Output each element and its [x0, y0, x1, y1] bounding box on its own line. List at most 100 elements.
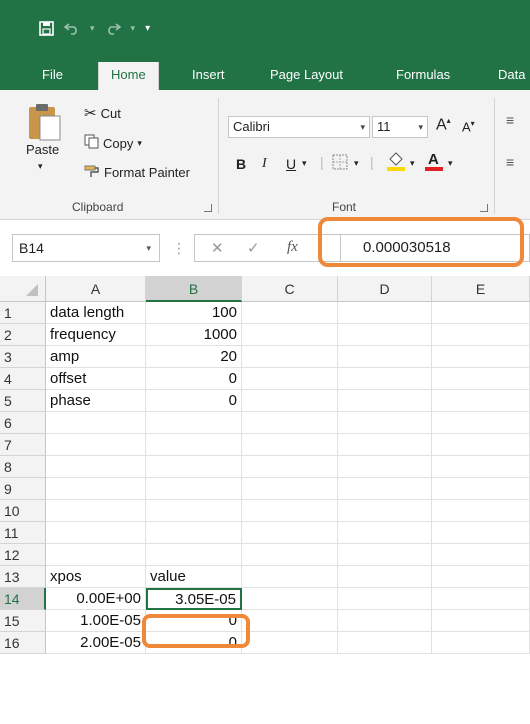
cell[interactable]: amp [46, 346, 146, 368]
font-color-dropdown-icon[interactable]: ▾ [448, 158, 453, 169]
cell[interactable] [242, 368, 338, 390]
cell[interactable] [432, 434, 530, 456]
tab-insert[interactable]: Insert [180, 62, 237, 90]
cell[interactable] [242, 544, 338, 566]
cell[interactable] [432, 588, 530, 610]
cell[interactable] [432, 390, 530, 412]
cell[interactable] [46, 478, 146, 500]
cell[interactable] [432, 522, 530, 544]
format-painter-button[interactable]: Format Painter [84, 164, 190, 181]
underline-dropdown-icon[interactable]: ▾ [302, 158, 307, 169]
row-header[interactable]: 14 [0, 588, 46, 610]
grow-font-button[interactable]: A▴ [436, 116, 451, 134]
insert-function-icon[interactable]: fx [287, 239, 298, 256]
align-left-icon[interactable]: ≡ [506, 154, 514, 170]
cell[interactable] [242, 346, 338, 368]
column-header-d[interactable]: D [338, 276, 432, 302]
underline-button[interactable]: U [286, 156, 296, 172]
cell[interactable] [432, 346, 530, 368]
cell[interactable] [146, 500, 242, 522]
cell[interactable] [338, 632, 432, 654]
cell[interactable] [338, 566, 432, 588]
cell[interactable] [46, 500, 146, 522]
cell[interactable] [46, 456, 146, 478]
font-launcher-icon[interactable] [480, 204, 488, 212]
cell[interactable] [46, 544, 146, 566]
row-header[interactable]: 9 [0, 478, 46, 500]
row-header[interactable]: 7 [0, 434, 46, 456]
row-header[interactable]: 12 [0, 544, 46, 566]
cell[interactable] [146, 456, 242, 478]
row-header[interactable]: 11 [0, 522, 46, 544]
shrink-font-button[interactable]: A▾ [462, 119, 475, 134]
cell[interactable] [432, 566, 530, 588]
paste-button[interactable]: Paste ▾ [26, 102, 62, 172]
column-header-b[interactable]: B [146, 276, 242, 302]
redo-dropdown-icon[interactable]: ▾ [131, 23, 136, 34]
font-size-combo[interactable]: 11 ▾ [372, 116, 428, 138]
row-header[interactable]: 2 [0, 324, 46, 346]
cell[interactable] [338, 544, 432, 566]
clipboard-launcher-icon[interactable] [204, 204, 212, 212]
copy-button[interactable]: Copy ▾ [84, 134, 142, 152]
cell[interactable] [242, 390, 338, 412]
cell[interactable] [338, 588, 432, 610]
cell[interactable] [338, 522, 432, 544]
cell[interactable]: xpos [46, 566, 146, 588]
cell[interactable] [242, 500, 338, 522]
cell[interactable] [432, 456, 530, 478]
bold-button[interactable]: B [236, 156, 246, 172]
row-header[interactable]: 13 [0, 566, 46, 588]
cell[interactable]: 3.05E-05 [146, 588, 242, 610]
customize-qat-icon[interactable]: ▾ [145, 23, 150, 34]
cell[interactable] [146, 478, 242, 500]
cell[interactable] [242, 632, 338, 654]
cell[interactable] [242, 566, 338, 588]
row-header[interactable]: 5 [0, 390, 46, 412]
cell[interactable]: 100 [146, 302, 242, 324]
cell[interactable] [338, 478, 432, 500]
borders-dropdown-icon[interactable]: ▾ [354, 158, 359, 169]
row-header[interactable]: 10 [0, 500, 46, 522]
cell[interactable] [242, 412, 338, 434]
enter-icon[interactable]: ✓ [247, 239, 260, 257]
row-header[interactable]: 16 [0, 632, 46, 654]
cell[interactable]: 0.00E+00 [46, 588, 146, 610]
font-color-icon[interactable]: A [424, 150, 444, 175]
fill-color-dropdown-icon[interactable]: ▾ [410, 158, 415, 169]
align-top-icon[interactable]: ≡ [506, 112, 514, 128]
column-header-e[interactable]: E [432, 276, 530, 302]
cell[interactable] [432, 368, 530, 390]
cell[interactable] [242, 302, 338, 324]
cell[interactable] [432, 478, 530, 500]
cancel-icon[interactable]: ✕ [211, 239, 224, 257]
cell[interactable]: 20 [146, 346, 242, 368]
cut-button[interactable]: ✂ Cut [84, 104, 121, 122]
cell[interactable] [432, 500, 530, 522]
redo-icon[interactable] [105, 20, 121, 36]
row-header[interactable]: 1 [0, 302, 46, 324]
row-header[interactable]: 15 [0, 610, 46, 632]
cell[interactable] [432, 632, 530, 654]
cell[interactable] [146, 522, 242, 544]
cell[interactable] [338, 302, 432, 324]
tab-file[interactable]: File [30, 62, 75, 90]
cell[interactable] [242, 522, 338, 544]
cell[interactable] [338, 368, 432, 390]
cell[interactable] [46, 522, 146, 544]
cell[interactable] [242, 610, 338, 632]
cell[interactable] [338, 346, 432, 368]
undo-icon[interactable] [64, 20, 80, 36]
cell[interactable]: data length [46, 302, 146, 324]
undo-dropdown-icon[interactable]: ▾ [90, 23, 95, 34]
cell[interactable] [242, 588, 338, 610]
cell[interactable]: value [146, 566, 242, 588]
cell[interactable] [432, 324, 530, 346]
font-name-combo[interactable]: Calibri ▾ [228, 116, 370, 138]
cell[interactable] [432, 544, 530, 566]
row-header[interactable]: 6 [0, 412, 46, 434]
cell[interactable]: frequency [46, 324, 146, 346]
cell[interactable]: phase [46, 390, 146, 412]
cell[interactable] [338, 610, 432, 632]
cell[interactable] [242, 456, 338, 478]
